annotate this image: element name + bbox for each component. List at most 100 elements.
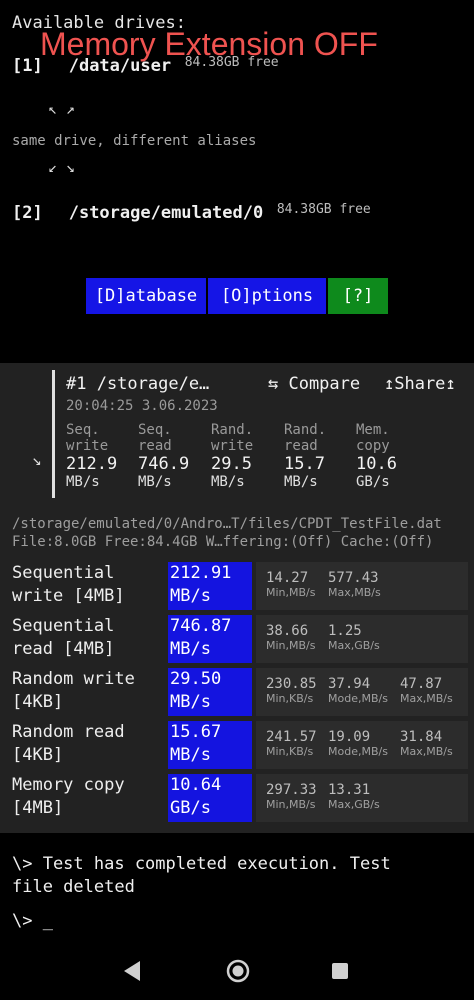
stat-value: 13.31 [328, 782, 371, 798]
test-file-path: /storage/emulated/0/Andro…T/files/CPDT_T… [12, 516, 442, 532]
row-unit: MB/s [170, 639, 211, 659]
summary-title[interactable]: #1 /storage/e… [66, 374, 209, 394]
row-label-line: [4MB] [12, 798, 64, 818]
stat-label: Max,MB/s [328, 586, 381, 599]
help-button[interactable]: [?] [328, 278, 388, 314]
alias-arrows-up-icon: ↖ ↗ [48, 100, 76, 118]
drive-index: [2] [12, 203, 43, 223]
test-file-details: File:8.0GB Free:84.4GB W…ffering:(Off) C… [12, 534, 434, 550]
col-unit: MB/s [284, 474, 318, 490]
row-unit: MB/s [170, 692, 211, 712]
row-value: 29.50 [170, 669, 222, 689]
col-label: read [138, 438, 172, 454]
stat-label: Min,KB/s [266, 745, 314, 758]
stat-value: 241.57 [266, 729, 317, 745]
col-value: 10.6 [356, 454, 397, 474]
row-value-box: 212.91 MB/s [168, 562, 252, 610]
row-label-line: Sequential [12, 616, 115, 636]
share-button[interactable]: ↥Share↥ [384, 374, 456, 394]
col-label: write [66, 438, 109, 454]
stat-value: 19.09 [328, 729, 371, 745]
options-button[interactable]: [O]ptions [208, 278, 326, 314]
drive-entry-1[interactable]: [1] /data/user 84.38GB free [12, 55, 279, 76]
result-row-seq-read[interactable]: Sequential read [4MB] 746.87 MB/s 38.66 … [0, 615, 474, 665]
col-value: 212.9 [66, 454, 118, 474]
row-label-line: Random read [12, 722, 125, 742]
result-row-rand-write[interactable]: Random write [4KB] 29.50 MB/s 230.85 Min… [0, 668, 474, 718]
stat-label: Min,MB/s [266, 586, 316, 599]
summary-col-rand-read: Rand. read 15.7 MB/s [284, 422, 326, 490]
stat-value: 230.85 [266, 676, 317, 692]
summary-col-seq-read: Seq. read 746.9 MB/s [138, 422, 189, 490]
col-label: read [284, 438, 318, 454]
stat-label: Mode,MB/s [328, 692, 388, 705]
row-unit: GB/s [170, 798, 211, 818]
summary-divider [52, 370, 55, 498]
col-value: 746.9 [138, 454, 190, 474]
col-label: Mem. [356, 422, 390, 438]
row-label-line: Random write [12, 669, 135, 689]
stat-label: Max,MB/s [400, 745, 453, 758]
home-icon[interactable] [225, 958, 251, 984]
col-label: Rand. [284, 422, 327, 438]
expand-arrow-icon[interactable]: ↘ [32, 450, 42, 469]
stat-value: 14.27 [266, 570, 309, 586]
col-label: copy [356, 438, 390, 454]
result-row-seq-write[interactable]: Sequential write [4MB] 212.91 MB/s 14.27… [0, 562, 474, 612]
row-value-box: 29.50 MB/s [168, 668, 252, 716]
summary-col-mem-copy: Mem. copy 10.6 GB/s [356, 422, 397, 490]
col-label: Seq. [138, 422, 172, 438]
console-line: file deleted [12, 877, 135, 897]
summary-datetime: 20:04:25 3.06.2023 [66, 398, 218, 414]
col-label: Rand. [211, 422, 254, 438]
stat-value: 37.94 [328, 676, 371, 692]
alias-text: same drive, different aliases [12, 133, 257, 149]
row-value: 746.87 [170, 616, 232, 636]
stat-label: Min,MB/s [266, 798, 316, 811]
row-value-box: 746.87 MB/s [168, 615, 252, 663]
drive-free: 84.38GB free [184, 55, 279, 70]
drive-path: /storage/emulated/0 [68, 203, 264, 223]
stat-label: Min,MB/s [266, 639, 316, 652]
col-value: 15.7 [284, 454, 325, 474]
row-label-line: [4KB] [12, 692, 64, 712]
col-unit: MB/s [211, 474, 245, 490]
compare-button[interactable]: ⇆ Compare [268, 374, 360, 394]
drive-entry-2[interactable]: [2] /storage/emulated/0 84.38GB free [12, 202, 371, 223]
stat-label: Max,MB/s [400, 692, 453, 705]
row-value-box: 15.67 MB/s [168, 721, 252, 769]
summary-col-rand-write: Rand. write 29.5 MB/s [211, 422, 253, 490]
console-output: \> Test has completed execution. Test fi… [12, 853, 391, 899]
row-label-line: read [4MB] [12, 639, 115, 659]
summary-col-seq-write: Seq. write 212.9 MB/s [66, 422, 117, 490]
alias-arrows-down-icon: ↙ ↘ [48, 158, 76, 176]
back-icon[interactable] [122, 960, 142, 982]
stat-value: 38.66 [266, 623, 309, 639]
col-unit: GB/s [356, 474, 390, 490]
row-value: 10.64 [170, 775, 222, 795]
row-unit: MB/s [170, 745, 211, 765]
row-label-line: Memory copy [12, 775, 125, 795]
stat-value: 577.43 [328, 570, 379, 586]
navigation-bar [0, 935, 474, 1000]
database-button[interactable]: [D]atabase [86, 278, 206, 314]
result-row-mem-copy[interactable]: Memory copy [4MB] 10.64 GB/s 297.33 Min,… [0, 774, 474, 824]
stat-value: 47.87 [400, 676, 443, 692]
col-unit: MB/s [138, 474, 172, 490]
console-prompt[interactable]: \> _ [12, 910, 53, 933]
stat-label: Min,KB/s [266, 692, 314, 705]
drive-free: 84.38GB free [276, 202, 371, 217]
recents-icon[interactable] [331, 962, 349, 980]
row-label-line: [4KB] [12, 745, 64, 765]
row-label-line: write [4MB] [12, 586, 125, 606]
col-label: Seq. [66, 422, 100, 438]
row-label-line: Sequential [12, 563, 115, 583]
col-unit: MB/s [66, 474, 100, 490]
drive-index: [1] [12, 56, 43, 76]
stat-value: 297.33 [266, 782, 317, 798]
stat-value: 1.25 [328, 623, 362, 639]
console-line: \> Test has completed execution. Test [12, 854, 391, 874]
result-row-rand-read[interactable]: Random read [4KB] 15.67 MB/s 241.57 Min,… [0, 721, 474, 771]
col-label: write [211, 438, 254, 454]
col-value: 29.5 [211, 454, 252, 474]
